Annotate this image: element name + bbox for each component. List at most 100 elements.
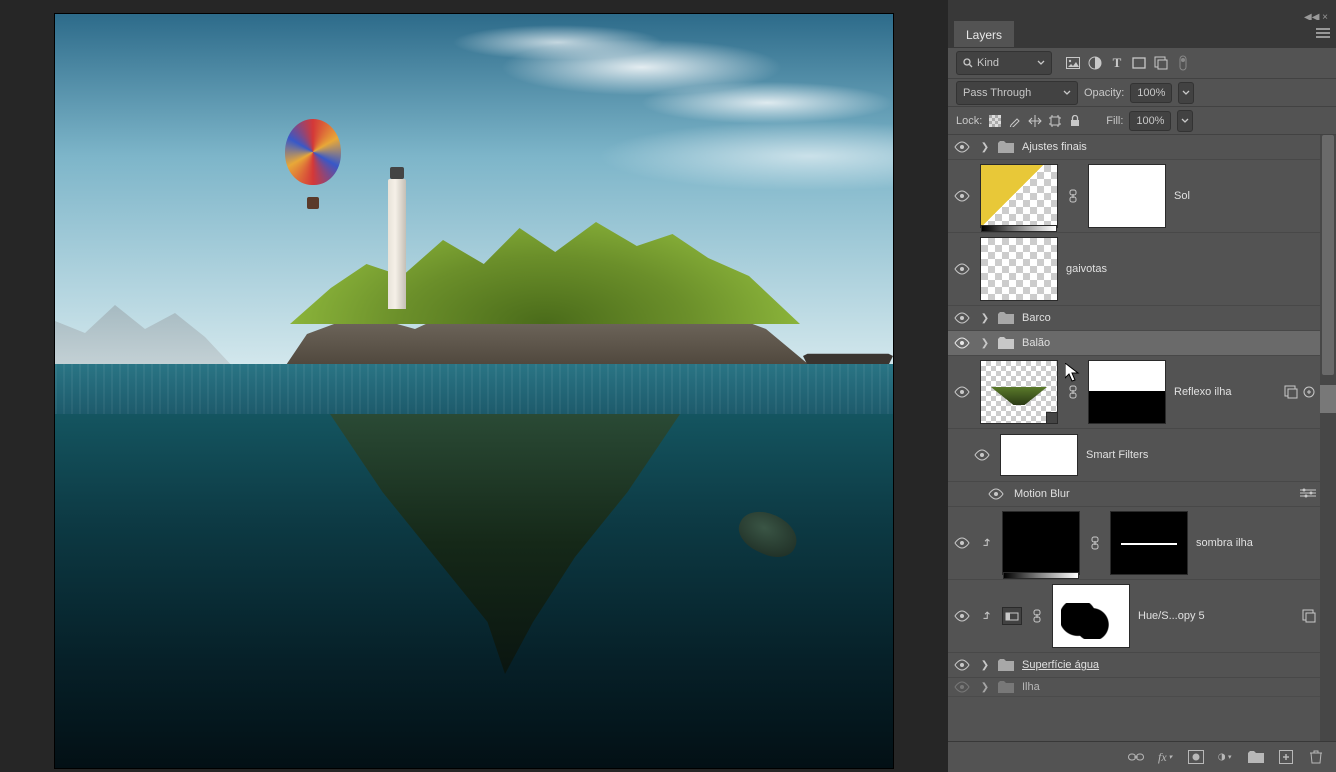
layer-name[interactable]: gaivotas (1066, 263, 1107, 275)
opacity-slider-button[interactable] (1178, 82, 1194, 104)
scrollbar-thumb[interactable] (1322, 135, 1334, 375)
filter-kind-label: Kind (977, 57, 999, 69)
visibility-toggle[interactable] (948, 135, 976, 159)
layer-name[interactable]: Hue/S...opy 5 (1138, 610, 1205, 622)
filter-adjustment-icon[interactable] (1086, 54, 1104, 72)
lock-row: Lock: Fill: 100% (948, 107, 1336, 135)
opacity-input[interactable]: 100% (1130, 83, 1172, 103)
layer-name[interactable]: Balão (1022, 337, 1050, 349)
layer-name[interactable]: Ilha (1022, 681, 1040, 693)
visibility-toggle[interactable] (948, 653, 976, 677)
layer-style-button[interactable]: fx▾ (1158, 749, 1174, 765)
link-mask-icon[interactable] (1088, 536, 1102, 550)
layer-filter-row: Kind T (948, 48, 1336, 79)
folder-icon (998, 659, 1014, 671)
layer-name[interactable]: Reflexo ilha (1174, 386, 1231, 398)
lock-label: Lock: (956, 115, 982, 127)
filter-kind-select[interactable]: Kind (956, 51, 1052, 75)
disclosure-icon[interactable]: ❯ (980, 338, 990, 349)
lock-all-icon[interactable] (1068, 114, 1082, 128)
visibility-toggle[interactable] (948, 160, 976, 232)
document-artwork (55, 14, 893, 768)
blend-mode-select[interactable]: Pass Through (956, 81, 1078, 105)
fill-slider-button[interactable] (1177, 110, 1193, 132)
filter-row[interactable]: Motion Blur (948, 482, 1336, 507)
layer-row[interactable]: Sol (948, 160, 1336, 233)
filter-shape-icon[interactable] (1130, 54, 1148, 72)
adjustment-icon[interactable] (1002, 607, 1022, 625)
link-mask-icon[interactable] (1066, 189, 1080, 203)
filter-badge-icon[interactable] (1284, 385, 1298, 399)
filter-pixel-icon[interactable] (1064, 54, 1082, 72)
canvas-area[interactable] (0, 0, 948, 772)
visibility-toggle[interactable] (948, 482, 1010, 506)
link-layers-button[interactable] (1128, 749, 1144, 765)
layer-thumbnail[interactable] (980, 237, 1058, 301)
layer-name[interactable]: sombra ilha (1196, 537, 1253, 549)
filter-mask-thumbnail[interactable] (1000, 434, 1078, 476)
layer-group-row[interactable]: ❯ Ajustes finais (948, 135, 1336, 160)
disclosure-icon[interactable]: ❯ (980, 660, 990, 671)
add-mask-button[interactable] (1188, 749, 1204, 765)
layer-thumbnail[interactable] (980, 360, 1058, 424)
visibility-toggle[interactable] (948, 429, 996, 481)
lock-transparency-icon[interactable] (988, 114, 1002, 128)
visibility-toggle[interactable] (948, 233, 976, 305)
mask-thumbnail[interactable] (1110, 511, 1188, 575)
layer-name[interactable]: Barco (1022, 312, 1051, 324)
layer-group-row[interactable]: ❯ Ilha (948, 678, 1336, 697)
mask-thumbnail[interactable] (1052, 584, 1130, 648)
folder-icon (998, 141, 1014, 153)
mask-thumbnail[interactable] (1088, 360, 1166, 424)
delete-layer-button[interactable] (1308, 749, 1324, 765)
visibility-toggle[interactable] (948, 306, 976, 330)
tab-layers[interactable]: Layers (954, 21, 1014, 47)
filter-settings-icon[interactable] (1300, 488, 1316, 501)
layer-name[interactable]: Ajustes finais (1022, 141, 1087, 153)
lock-artboard-icon[interactable] (1048, 114, 1062, 128)
link-mask-icon[interactable] (1066, 385, 1080, 399)
panel-menu-icon[interactable] (1316, 28, 1330, 41)
new-layer-button[interactable] (1278, 749, 1294, 765)
adjustment-layer-row[interactable]: ↵ Hue/S...opy 5 (948, 580, 1336, 653)
filter-smartobject-icon[interactable] (1152, 54, 1170, 72)
visibility-toggle[interactable] (948, 356, 976, 428)
layers-bottom-toolbar: fx▾ ▾ (948, 741, 1336, 772)
layer-row[interactable]: ↵ sombra ilha (948, 507, 1336, 580)
folder-icon (998, 681, 1014, 693)
disclosure-icon[interactable]: ❯ (980, 142, 990, 153)
layer-name[interactable]: Smart Filters (1086, 449, 1148, 461)
layer-thumbnail[interactable] (980, 164, 1058, 228)
visibility-toggle[interactable] (948, 331, 976, 355)
disclosure-icon[interactable]: ❯ (980, 682, 990, 693)
filter-type-icon[interactable]: T (1108, 54, 1126, 72)
link-mask-icon[interactable] (1030, 609, 1044, 623)
layer-group-row[interactable]: ❯ Barco (948, 306, 1336, 331)
expand-effects-icon[interactable] (1302, 385, 1316, 399)
visibility-toggle[interactable] (948, 678, 976, 696)
layer-name[interactable]: Motion Blur (1014, 488, 1070, 500)
layer-name[interactable]: Superfície água (1022, 659, 1099, 671)
scrollbar[interactable] (1320, 135, 1336, 741)
filter-toggle-icon[interactable] (1174, 54, 1192, 72)
disclosure-icon[interactable]: ❯ (980, 313, 990, 324)
layer-group-row[interactable]: ❯ Superfície água (948, 653, 1336, 678)
add-adjustment-button[interactable]: ▾ (1218, 749, 1234, 765)
visibility-toggle[interactable] (948, 580, 976, 652)
smart-filters-row[interactable]: Smart Filters (948, 429, 1336, 482)
folder-icon (998, 337, 1014, 349)
layer-row[interactable]: Reflexo ilha (948, 356, 1336, 429)
lock-pixels-icon[interactable] (1008, 114, 1022, 128)
fill-input[interactable]: 100% (1129, 111, 1171, 131)
layer-row[interactable]: gaivotas (948, 233, 1336, 306)
new-group-button[interactable] (1248, 749, 1264, 765)
visibility-toggle[interactable] (948, 507, 976, 579)
layer-name[interactable]: Sol (1174, 190, 1190, 202)
layer-thumbnail[interactable] (1002, 511, 1080, 575)
smartobject-badge-icon (1302, 609, 1316, 623)
lock-position-icon[interactable] (1028, 114, 1042, 128)
layer-group-row[interactable]: ❯ Balão (948, 331, 1336, 356)
opacity-label: Opacity: (1084, 87, 1124, 99)
mask-thumbnail[interactable] (1088, 164, 1166, 228)
layers-list[interactable]: ❯ Ajustes finais Sol (948, 135, 1336, 741)
